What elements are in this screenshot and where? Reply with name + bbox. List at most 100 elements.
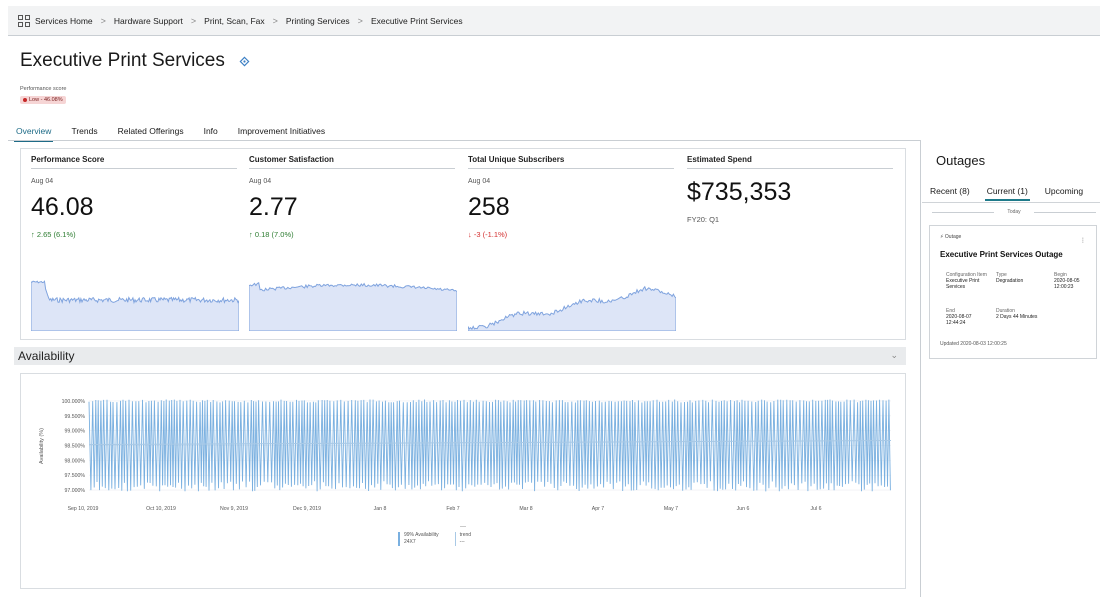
y-tick-label: 98.500% xyxy=(65,444,86,450)
chevron-right-icon: > xyxy=(100,15,106,26)
tab-recent[interactable]: Recent (8) xyxy=(928,186,972,201)
performance-score-label: Performance score xyxy=(20,86,67,92)
y-tick-label: 99.500% xyxy=(65,414,86,420)
legend-item-availability[interactable]: 99% Availability 24X7 xyxy=(398,532,439,546)
metric-delta: ↓ -3 (-1.1%) xyxy=(468,230,508,239)
availability-title: Availability xyxy=(18,349,75,363)
breadcrumb-printing-services[interactable]: Printing Services xyxy=(286,16,350,26)
tabs-divider xyxy=(8,140,920,141)
field-configuration-item: Configuration Item Executive Print Servi… xyxy=(946,272,990,290)
y-tick-label: 98.000% xyxy=(65,458,86,464)
x-tick-label: Dec 9, 2019 xyxy=(293,506,321,512)
tab-upcoming[interactable]: Upcoming xyxy=(1043,186,1085,201)
availability-section-header[interactable]: Availability ⌄ xyxy=(14,347,906,365)
metric-total-unique-subscribers[interactable]: Total Unique Subscribers Aug 04 258 ↓ -3… xyxy=(468,155,674,239)
tab-current[interactable]: Current (1) xyxy=(984,186,1030,201)
panel-divider xyxy=(920,140,921,597)
availability-chart-card: 100.000% 99.500% 99.000% 98.500% 98.000% 97.5… xyxy=(20,373,906,589)
y-tick-label: 99.000% xyxy=(65,429,86,435)
legend-name: 99% Availability xyxy=(404,532,439,538)
chevron-right-icon: > xyxy=(357,15,363,26)
metric-date: Aug 04 xyxy=(249,178,272,185)
field-value: 2 Days 44 Minutes xyxy=(996,314,1038,320)
chevron-right-icon: > xyxy=(272,15,278,26)
legend-dash: — xyxy=(460,524,466,530)
metric-label: Customer Satisfaction xyxy=(249,155,455,169)
breadcrumb-current: Executive Print Services xyxy=(370,15,463,26)
metric-value: $735,353 xyxy=(687,178,792,206)
performance-badge: Low - 46.08% xyxy=(20,96,66,104)
chart-legend: 99% Availability 24X7 trend --- xyxy=(398,532,487,546)
field-value: 2020-08-07 12:44:24 xyxy=(946,314,972,326)
status-dot-icon xyxy=(23,97,27,102)
x-tick-label: Nov 9, 2019 xyxy=(220,506,248,512)
sparkline-customer-satisfaction xyxy=(249,282,457,331)
field-value: Degradation xyxy=(996,278,1024,284)
x-tick-label: Jan 8 xyxy=(374,506,387,512)
legend-sub: 24X7 xyxy=(404,539,416,545)
x-tick-label: Jul 6 xyxy=(811,506,822,512)
x-tick-label: Mar 8 xyxy=(519,506,532,512)
metric-label: Performance Score xyxy=(31,155,237,169)
outage-card[interactable]: ⚡︎ Outage ⋮ Executive Print Services Out… xyxy=(929,225,1097,359)
updated-timestamp: Updated 2020-08-03 12:00:25 xyxy=(940,341,1007,347)
metric-delta: FY20: Q1 xyxy=(687,215,720,224)
metric-performance-score[interactable]: Performance Score Aug 04 46.08 ↑ 2.65 (6… xyxy=(31,155,237,239)
x-tick-labels: Sep 10, 2019 Oct 10, 2019 Nov 9, 2019 Dec 9… xyxy=(68,506,822,512)
metric-date: Aug 04 xyxy=(31,178,54,185)
metric-label: Total Unique Subscribers xyxy=(468,155,674,169)
metric-value: 258 xyxy=(468,193,510,221)
outage-title: Executive Print Services Outage xyxy=(940,250,1063,259)
field-duration: Duration 2 Days 44 Minutes xyxy=(996,308,1040,320)
metric-customer-satisfaction[interactable]: Customer Satisfaction Aug 04 2.77 ↑ 0.18… xyxy=(249,155,455,239)
day-separator: Today xyxy=(932,209,1096,215)
legend-name: trend xyxy=(459,532,472,538)
legend-item-trend[interactable]: trend --- xyxy=(454,532,472,546)
x-tick-label: Oct 10, 2019 xyxy=(146,506,176,512)
field-value: Executive Print Services xyxy=(946,278,980,290)
field-end: End 2020-08-07 12:44:24 xyxy=(946,308,990,326)
metric-estimated-spend[interactable]: Estimated Spend $735,353 FY20: Q1 xyxy=(687,155,893,224)
outages-title: Outages xyxy=(936,153,986,168)
metric-date: Aug 04 xyxy=(468,178,491,185)
field-value: 2020-08-05 12:00:23 xyxy=(1054,278,1080,290)
page-title: Executive Print Services xyxy=(20,50,225,71)
x-tick-label: Feb 7 xyxy=(446,506,459,512)
x-tick-label: Jun 6 xyxy=(737,506,750,512)
page-title-row: Executive Print Services xyxy=(20,50,250,72)
chevron-right-icon: > xyxy=(190,15,197,26)
apps-grid-icon[interactable] xyxy=(18,14,30,27)
metric-value: 46.08 xyxy=(31,193,94,221)
availability-chart: 100.000% 99.500% 99.000% 98.500% 98.000% 97.5… xyxy=(39,399,892,512)
breadcrumb: Services Home > Hardware Support > Print… xyxy=(8,6,1100,36)
breadcrumb-print-scan-fax[interactable]: Print, Scan, Fax xyxy=(204,16,264,26)
x-tick-label: May 7 xyxy=(664,506,678,512)
sparkline-performance-score xyxy=(31,280,239,331)
performance-badge-text: Low - 46.08% xyxy=(29,97,63,103)
y-tick-label: 100.000% xyxy=(62,399,86,405)
field-begin: Begin 2020-08-05 12:00:23 xyxy=(1054,272,1094,290)
metric-delta: ↑ 0.18 (7.0%) xyxy=(249,230,294,239)
tag-icon[interactable] xyxy=(239,56,250,67)
x-tick-label: Apr 7 xyxy=(592,506,605,512)
y-tick-label: 97.500% xyxy=(65,473,86,479)
outages-tabs: Recent (8) Current (1) Upcoming xyxy=(928,186,1098,201)
chevron-down-icon[interactable]: ⌄ xyxy=(890,350,898,361)
outage-type-label: Outage xyxy=(944,234,962,240)
outage-icon: ⚡︎ xyxy=(940,234,944,240)
metric-delta: ↑ 2.65 (6.1%) xyxy=(31,230,76,239)
metrics-card: Performance Score Aug 04 46.08 ↑ 2.65 (6… xyxy=(20,148,906,340)
sparkline-total-unique-subscribers xyxy=(468,285,676,331)
metric-value: 2.77 xyxy=(249,193,298,221)
y-tick-labels: 100.000% 99.500% 99.000% 98.500% 98.000% 97.5… xyxy=(62,399,86,494)
y-tick-label: 97.000% xyxy=(65,488,86,494)
outages-tabs-divider xyxy=(922,202,1100,203)
field-type: Type Degradation xyxy=(996,272,1046,284)
breadcrumb-services-home[interactable]: Services Home xyxy=(35,16,93,26)
metric-label: Estimated Spend xyxy=(687,155,893,169)
x-tick-label: Sep 10, 2019 xyxy=(68,506,99,512)
breadcrumb-hardware-support[interactable]: Hardware Support xyxy=(114,16,183,26)
more-menu-icon[interactable]: ⋮ xyxy=(1080,237,1086,244)
outage-type-row: ⚡︎ Outage xyxy=(940,234,1086,240)
y-axis-label: Availability (%) xyxy=(39,428,45,464)
